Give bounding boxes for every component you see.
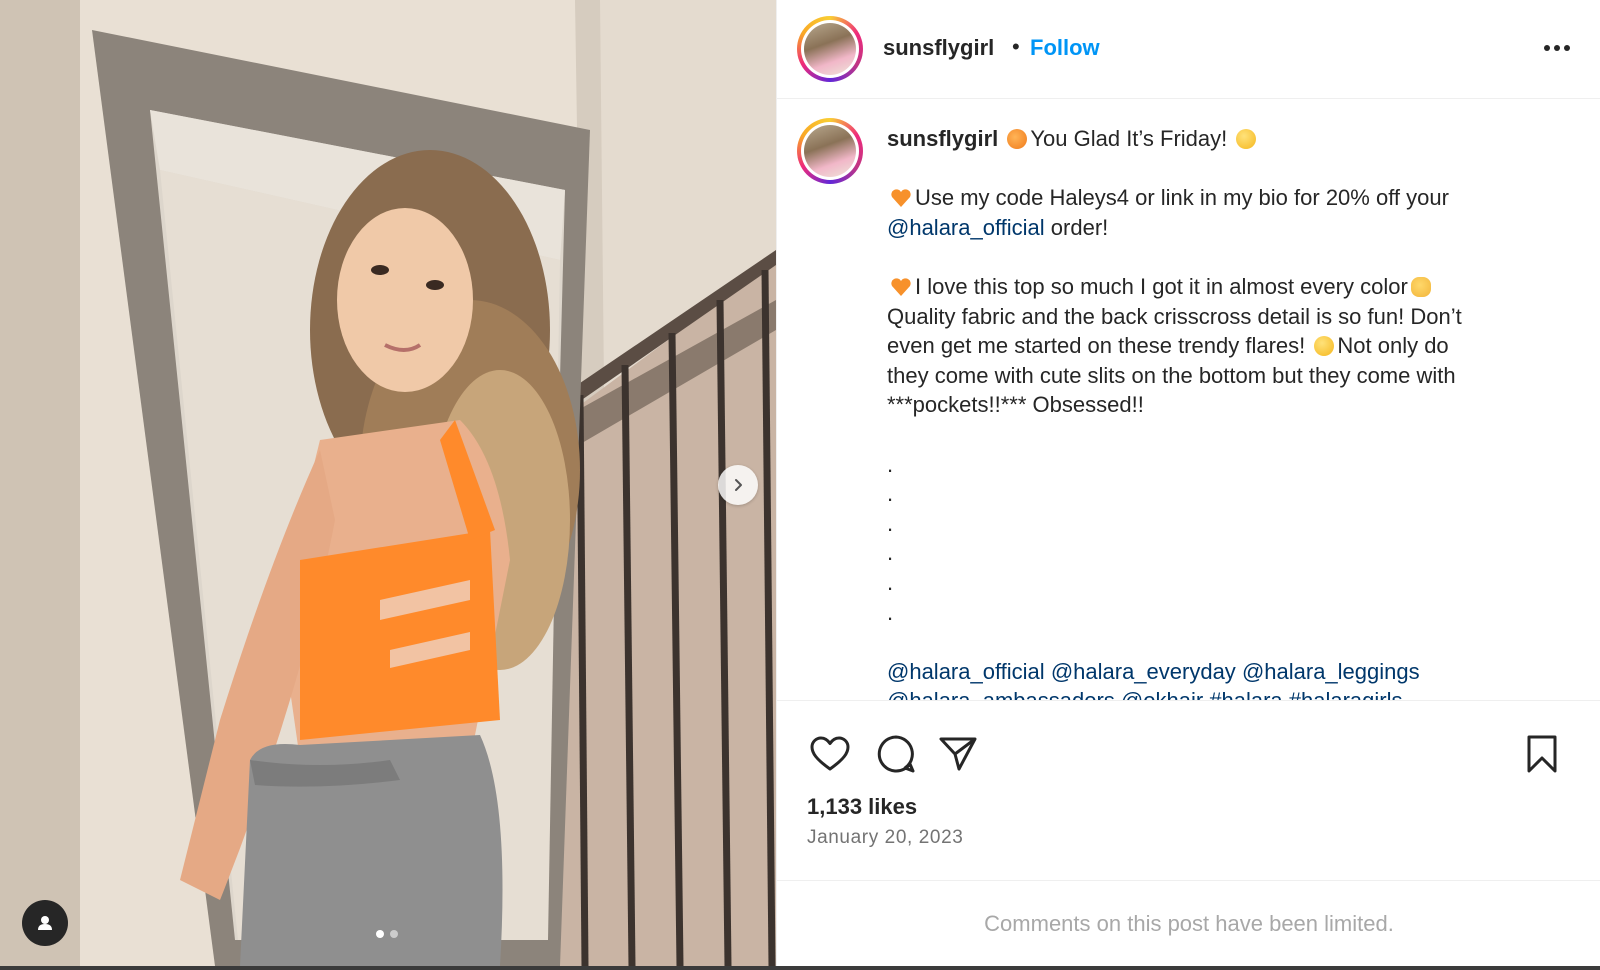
orange-heart-emoji-icon [891, 278, 911, 296]
tag-mention[interactable]: @halara_official [887, 659, 1045, 684]
carousel-dot [390, 930, 398, 938]
header-separator: • [1012, 34, 1020, 59]
caption-author-avatar[interactable] [797, 118, 863, 184]
save-button[interactable] [1519, 731, 1565, 777]
comment-icon [877, 735, 915, 773]
share-button[interactable] [935, 731, 981, 777]
raising-hands-emoji-icon [1410, 276, 1431, 297]
heart-eyes-emoji-icon [1314, 336, 1335, 357]
post-caption: sunsflygirl You Glad It’s Friday! Use my… [887, 124, 1547, 700]
likes-count[interactable]: 1,133 likes [807, 794, 917, 820]
post-date: January 20, 2023 [807, 827, 964, 848]
follow-button[interactable]: Follow [1030, 35, 1100, 61]
caption-tags: @halara_official @halara_everyday @halar… [887, 657, 1547, 700]
comments-limited-notice: Comments on this post have been limited. [777, 880, 1600, 966]
caption-area: sunsflygirl You Glad It’s Friday! Use my… [777, 100, 1600, 700]
review-line-3b: Not only do [1337, 333, 1449, 359]
orange-heart-emoji-icon [891, 189, 911, 208]
user-icon [38, 916, 52, 930]
carousel-dot-active [376, 930, 384, 938]
post-photo[interactable] [0, 0, 776, 966]
chevron-right-icon [735, 479, 742, 491]
more-horizontal-icon [1544, 45, 1570, 51]
window-bottom-edge [0, 966, 1600, 970]
post-header: sunsflygirl • Follow [777, 0, 1600, 99]
author-avatar[interactable] [797, 16, 863, 82]
peach-emoji-icon [1007, 129, 1028, 149]
heart-icon [810, 736, 850, 771]
promo-code-text-end: order! [1044, 214, 1109, 240]
post-details-panel: sunsflygirl • Follow sunsflygirl You Gla… [776, 0, 1600, 966]
comment-button[interactable] [873, 731, 919, 777]
promo-code-text: Use my code Haleys4 or link in my bio fo… [915, 185, 1449, 211]
winking-tongue-emoji-icon [1236, 129, 1257, 149]
photo-scene [0, 0, 776, 966]
review-line-4: they come with cute slits on the bottom … [887, 362, 1456, 388]
tag-mention-line-2[interactable]: @halara_ambassadors @okhair #halara #hal… [887, 686, 1547, 700]
mention-halara-official[interactable]: @halara_official [887, 215, 1045, 240]
carousel-indicator [376, 930, 398, 938]
caption-username[interactable]: sunsflygirl [887, 126, 998, 151]
tag-mention[interactable]: @halara_leggings [1242, 659, 1420, 684]
caption-dot-spacer: . . . . . . [887, 451, 894, 625]
review-line-5: ***pockets!!*** Obsessed!! [887, 392, 1144, 418]
author-username[interactable]: sunsflygirl [883, 35, 994, 61]
tagged-users-button[interactable] [22, 900, 68, 946]
bookmark-icon [1527, 735, 1557, 773]
review-line-3a: even get me started on these trendy flar… [887, 333, 1306, 359]
review-line-1: I love this top so much I got it in almo… [915, 273, 1408, 299]
next-photo-button[interactable] [718, 465, 758, 505]
review-line-2: Quality fabric and the back crisscross d… [887, 303, 1462, 329]
more-options-button[interactable] [1537, 30, 1577, 66]
caption-line-1: You Glad It’s Friday! [1030, 126, 1228, 151]
post-actions: 1,133 likes January 20, 2023 [777, 700, 1600, 880]
like-button[interactable] [807, 731, 853, 777]
paper-plane-icon [939, 737, 977, 771]
instagram-post-view: sunsflygirl • Follow sunsflygirl You Gla… [0, 0, 1600, 970]
tag-mention[interactable]: @halara_everyday [1051, 659, 1236, 684]
